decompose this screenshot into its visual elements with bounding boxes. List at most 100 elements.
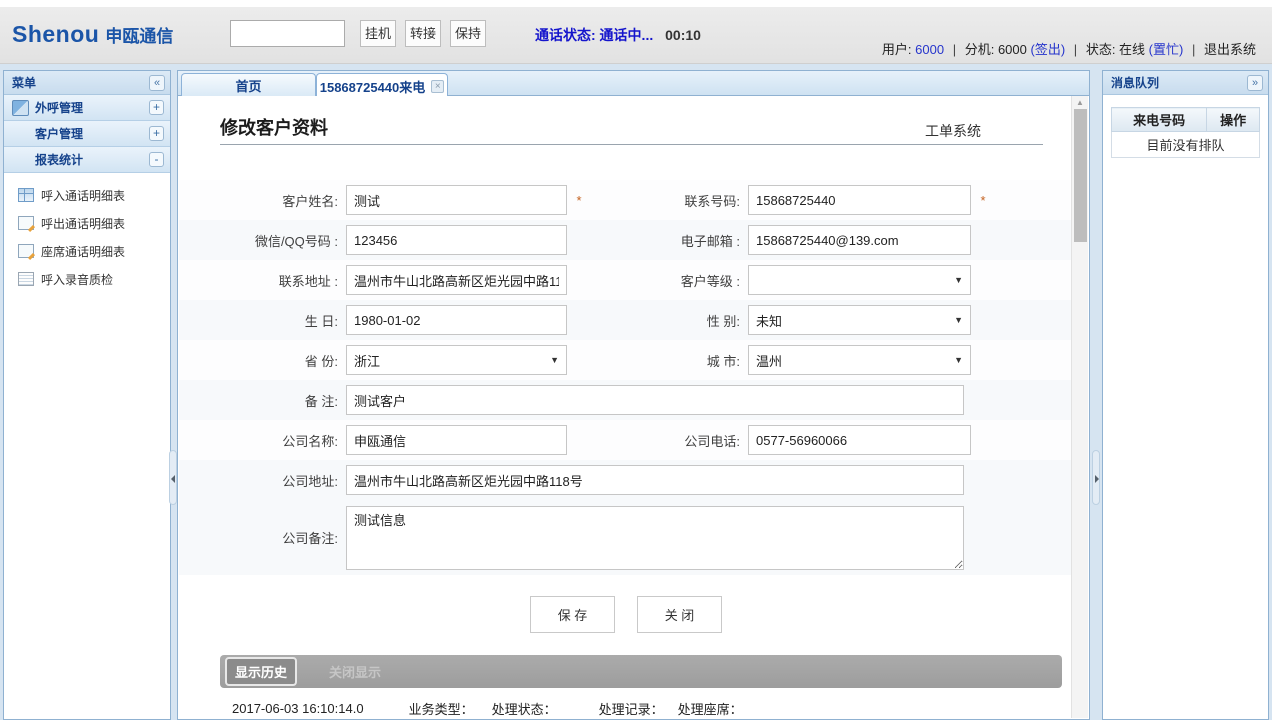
history-timestamp: 2017-06-03 16:10:14.0 xyxy=(232,701,364,716)
sidebar-group-outbound[interactable]: 外呼管理 + xyxy=(4,95,170,121)
form-row: 微信/QQ号码 : 电子邮箱 : xyxy=(179,220,1073,260)
contact-number-input[interactable] xyxy=(748,185,971,215)
caret-down-icon: ▼ xyxy=(954,315,963,325)
sidebar-group-reports[interactable]: 报表统计 - xyxy=(4,147,170,173)
vertical-scrollbar[interactable]: ▲ xyxy=(1071,96,1088,718)
field-label: 备 注: xyxy=(179,391,346,410)
collapse-arrow-right-icon xyxy=(1095,475,1099,483)
hangup-button[interactable]: 挂机 xyxy=(360,20,396,47)
customer-form-page: 修改客户资料 工单系统 客户姓名: * 联系号码: * 微信/QQ号码 : xyxy=(179,96,1073,718)
expand-plus-icon[interactable]: + xyxy=(149,126,164,141)
email-input[interactable] xyxy=(748,225,971,255)
field-label: 公司电话: xyxy=(591,431,748,450)
status-label: 状态: 在线 xyxy=(1086,42,1145,57)
form-row: 生 日: 性 别: 未知 ▼ xyxy=(179,300,1073,340)
customer-level-select[interactable]: ▼ xyxy=(748,265,971,295)
collapse-left-icon[interactable]: « xyxy=(149,75,165,91)
tab-label: 首页 xyxy=(235,76,261,95)
city-select[interactable]: 温州 ▼ xyxy=(748,345,971,375)
sidebar-item-agent-report[interactable]: 座席通话明细表 xyxy=(4,237,170,265)
tab-incoming-call[interactable]: 15868725440来电 × xyxy=(316,73,448,98)
sidebar-item-record-qc[interactable]: 呼入录音质检 xyxy=(4,265,170,293)
signout-link[interactable]: (签出) xyxy=(1031,42,1066,57)
field-label: 生 日: xyxy=(179,311,346,330)
separator: | xyxy=(1192,42,1195,57)
form-actions: 保 存 关 闭 xyxy=(179,596,1073,633)
show-history-tab[interactable]: 显示历史 xyxy=(225,657,297,686)
field-label: 公司备注: xyxy=(179,528,346,547)
sidebar-header: 菜单 « xyxy=(4,71,170,95)
sidebar-report-items: 呼入通话明细表 呼出通话明细表 座席通话明细表 呼入录音质检 xyxy=(4,173,170,293)
save-button[interactable]: 保 存 xyxy=(530,596,615,633)
hold-button[interactable]: 保持 xyxy=(450,20,486,47)
sidebar-group-label: 外呼管理 xyxy=(35,99,149,116)
sidebar-item-label: 呼入通话明细表 xyxy=(41,187,125,204)
gender-select[interactable]: 未知 ▼ xyxy=(748,305,971,335)
history-toolbar: 显示历史 关闭显示 xyxy=(220,655,1062,688)
record-qc-icon xyxy=(18,272,34,286)
close-icon[interactable]: × xyxy=(431,80,444,93)
message-queue-panel: 消息队列 » 来电号码 操作 目前没有排队 xyxy=(1102,70,1269,720)
company-name-input[interactable] xyxy=(346,425,567,455)
app-header: Shenou申瓯通信 挂机 转接 保持 通话状态: 通话中... 00:10 用… xyxy=(0,7,1272,64)
company-phone-input[interactable] xyxy=(748,425,971,455)
collapse-right-icon[interactable]: » xyxy=(1247,75,1263,91)
caret-down-icon: ▼ xyxy=(954,275,963,285)
queue-empty-row: 目前没有排队 xyxy=(1112,132,1260,158)
field-label: 公司地址: xyxy=(179,471,346,490)
queue-title: 消息队列 xyxy=(1111,74,1159,91)
outbound-icon xyxy=(12,100,29,116)
select-value: 温州 xyxy=(756,351,782,370)
user-id-link[interactable]: 6000 xyxy=(915,42,944,57)
work-order-link[interactable]: 工单系统 xyxy=(925,121,981,144)
transfer-button[interactable]: 转接 xyxy=(405,20,441,47)
customer-name-input[interactable] xyxy=(346,185,567,215)
handle-record-label: 处理记录： xyxy=(599,699,664,718)
logout-link[interactable]: 退出系统 xyxy=(1204,42,1256,57)
call-timer: 00:10 xyxy=(665,27,701,43)
sidebar-group-label: 客户管理 xyxy=(35,125,149,142)
sidebar-splitter-handle[interactable] xyxy=(169,450,177,505)
caret-down-icon: ▼ xyxy=(954,355,963,365)
field-label: 电子邮箱 : xyxy=(591,231,748,250)
collapse-minus-icon[interactable]: - xyxy=(149,152,164,167)
company-remark-textarea[interactable]: 测试信息 xyxy=(346,506,964,570)
queue-header: 消息队列 » xyxy=(1103,71,1268,95)
set-busy-link[interactable]: (置忙) xyxy=(1149,42,1184,57)
expand-plus-icon[interactable]: + xyxy=(149,100,164,115)
required-mark: * xyxy=(567,193,591,208)
field-label: 微信/QQ号码 : xyxy=(179,231,346,250)
queue-splitter-handle[interactable] xyxy=(1092,450,1100,505)
sidebar-item-label: 座席通话明细表 xyxy=(41,243,125,260)
close-button[interactable]: 关 闭 xyxy=(637,596,722,633)
business-type-label: 业务类型： xyxy=(409,699,474,718)
call-status-text: 通话状态: 通话中... xyxy=(535,27,653,43)
sidebar-item-inbound-report[interactable]: 呼入通话明细表 xyxy=(4,181,170,209)
tab-home[interactable]: 首页 xyxy=(181,73,316,97)
select-value: 浙江 xyxy=(354,351,380,370)
field-label: 城 市: xyxy=(591,351,748,370)
user-info-bar: 用户: 6000 | 分机: 6000 (签出) | 状态: 在线 (置忙) |… xyxy=(882,39,1256,58)
form-row: 省 份: 浙江 ▼ 城 市: 温州 ▼ xyxy=(179,340,1073,380)
sidebar-group-customer[interactable]: 客户管理 + xyxy=(4,121,170,147)
company-address-input[interactable] xyxy=(346,465,964,495)
separator: | xyxy=(953,42,956,57)
hide-history-tab[interactable]: 关闭显示 xyxy=(329,662,381,681)
form-row: 备 注: xyxy=(179,380,1073,420)
field-label: 公司名称: xyxy=(179,431,346,450)
call-status: 通话状态: 通话中... 00:10 xyxy=(535,25,701,45)
dial-number-input[interactable] xyxy=(230,20,345,47)
field-label: 联系地址 : xyxy=(179,271,346,290)
user-label: 用户: xyxy=(882,42,912,57)
caller-number-column-header: 来电号码 xyxy=(1112,108,1207,132)
scrollbar-thumb[interactable] xyxy=(1074,109,1087,242)
province-select[interactable]: 浙江 ▼ xyxy=(346,345,567,375)
form-row: 客户姓名: * 联系号码: * xyxy=(179,180,1073,220)
scroll-up-icon[interactable]: ▲ xyxy=(1072,96,1088,109)
sidebar-item-outbound-report[interactable]: 呼出通话明细表 xyxy=(4,209,170,237)
contact-address-input[interactable] xyxy=(346,265,567,295)
caret-down-icon: ▼ xyxy=(550,355,559,365)
wechat-qq-input[interactable] xyxy=(346,225,567,255)
birthday-input[interactable] xyxy=(346,305,567,335)
remark-input[interactable] xyxy=(346,385,964,415)
